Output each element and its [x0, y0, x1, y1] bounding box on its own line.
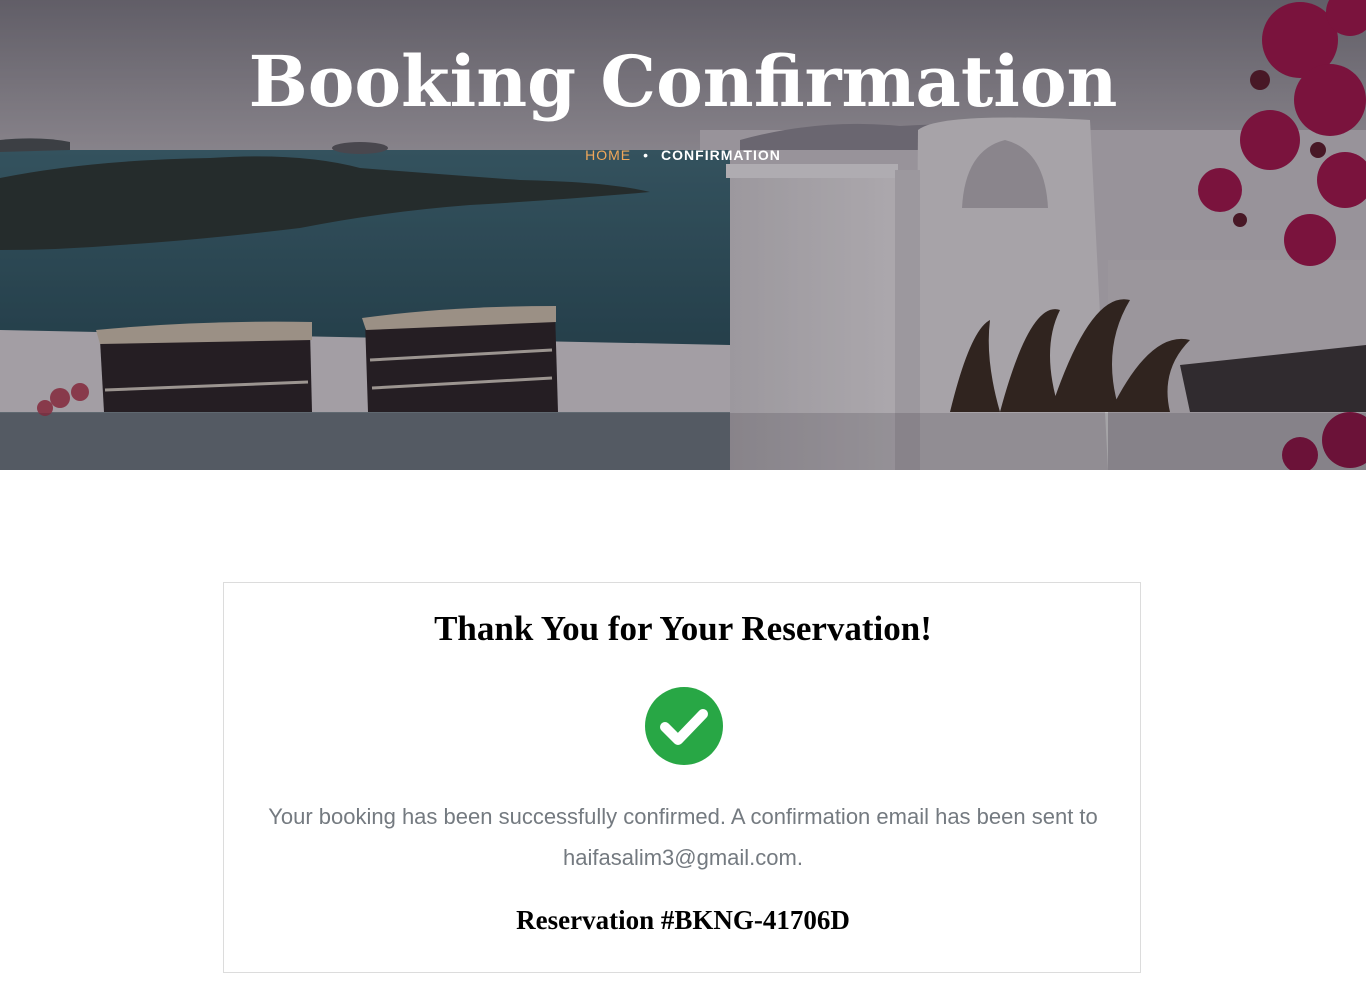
check-circle-icon [645, 687, 723, 765]
breadcrumb-home-link[interactable]: HOME [585, 147, 631, 163]
breadcrumb-current: CONFIRMATION [661, 147, 781, 163]
hero-banner: Booking Confirmation HOME • CONFIRMATION [0, 0, 1366, 470]
reservation-number: Reservation #BKNG-41706D [516, 905, 850, 935]
confirmation-message-text: Your booking has been successfully confi… [268, 804, 1098, 829]
confirmation-email: haifasalim3@gmail.com [563, 845, 797, 870]
breadcrumb-separator: • [643, 147, 650, 163]
confirmation-message-end: . [796, 845, 803, 870]
page-title: Booking Confirmation [248, 40, 1118, 123]
confirmation-message: Your booking has been successfully confi… [244, 796, 1122, 878]
confirmation-heading: Thank You for Your Reservation! [434, 609, 932, 648]
breadcrumb: HOME • CONFIRMATION [0, 145, 1366, 165]
confirmation-card: Thank You for Your Reservation! Your boo… [223, 582, 1141, 973]
